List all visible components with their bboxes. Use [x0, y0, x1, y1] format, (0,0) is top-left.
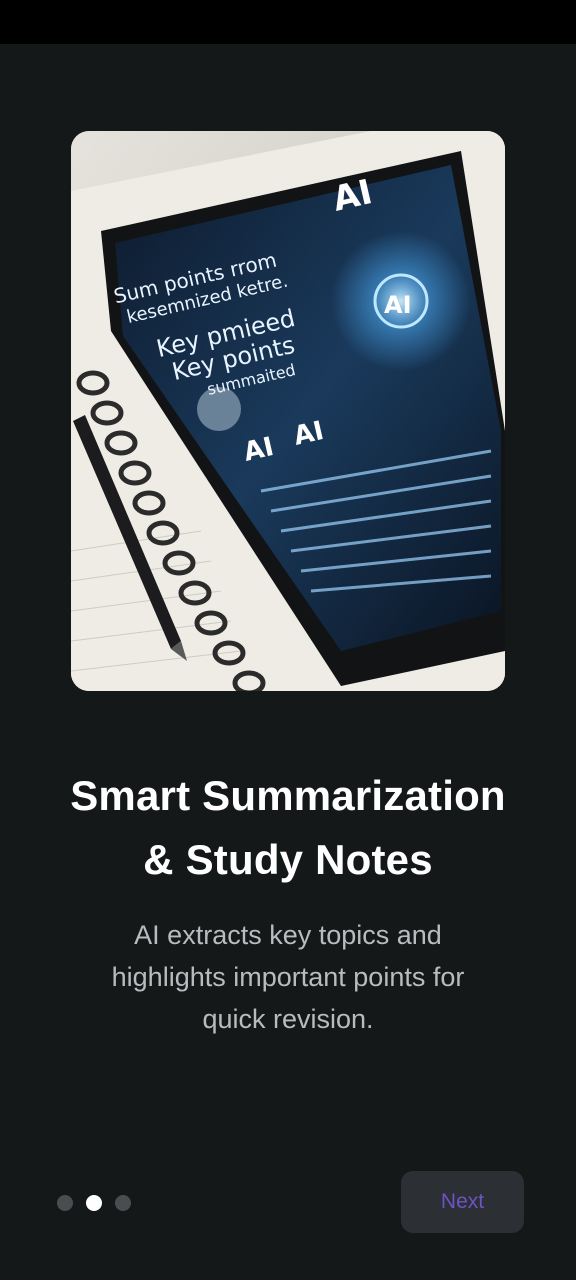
onboarding-screen: Sum points rrom kesemnized ketre. Key pm… [0, 44, 576, 1280]
page-indicator [57, 1195, 131, 1211]
illustration-ai-center: AI [384, 291, 412, 319]
tablet-notebook-illustration: Sum points rrom kesemnized ketre. Key pm… [71, 131, 505, 691]
status-bar [0, 0, 576, 44]
page-description: AI extracts key topics and highlights im… [60, 914, 516, 1040]
next-button[interactable]: Next [401, 1171, 524, 1233]
hero-illustration: Sum points rrom kesemnized ketre. Key pm… [71, 131, 505, 691]
page-dot-3[interactable] [115, 1195, 131, 1211]
title-line-1: Smart Summarization [70, 772, 506, 819]
description-line-1: AI extracts key topics and [134, 920, 442, 950]
description-line-2: highlights important points for [111, 962, 465, 992]
page-dot-1[interactable] [57, 1195, 73, 1211]
title-line-2: & Study Notes [143, 836, 433, 883]
page-title: Smart Summarization & Study Notes [0, 764, 576, 892]
page-dot-2[interactable] [86, 1195, 102, 1211]
description-line-3: quick revision. [202, 1004, 374, 1034]
